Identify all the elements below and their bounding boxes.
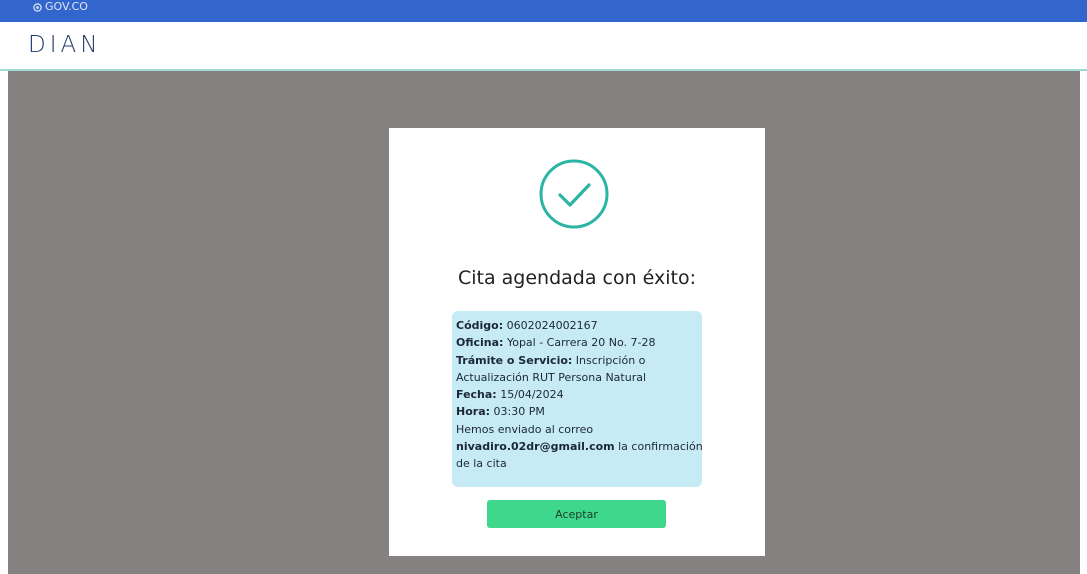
oficina-value: Yopal - Carrera 20 No. 7-28	[503, 336, 656, 350]
detail-fecha: Fecha: 15/04/2024	[456, 386, 697, 403]
site-header: DIAN	[0, 22, 1087, 71]
dian-logo[interactable]: DIAN	[28, 32, 101, 58]
page: GOV.CO DIAN Cita agendada con éxito: Cód…	[0, 0, 1087, 574]
gov-shield-icon	[33, 2, 42, 12]
appointment-details: Código: 0602024002167 Oficina: Yopal - C…	[452, 311, 703, 487]
gov-co-label: GOV.CO	[45, 0, 88, 13]
hora-value: 03:30 PM	[490, 405, 545, 419]
dialog-title: Cita agendada con éxito:	[457, 267, 697, 289]
fecha-label: Fecha:	[456, 388, 497, 402]
oficina-label: Oficina:	[456, 336, 504, 350]
check-circle-icon	[539, 159, 609, 229]
detail-codigo: Código: 0602024002167	[456, 317, 697, 334]
codigo-label: Código:	[456, 319, 504, 332]
detail-oficina: Oficina: Yopal - Carrera 20 No. 7-28	[456, 334, 697, 351]
codigo-value: 0602024002167	[503, 319, 598, 332]
hora-label: Hora:	[456, 405, 491, 419]
confirmation-email: nivadiro.02dr@gmail.com	[456, 440, 615, 454]
confirmation-message: Hemos enviado al correo	[456, 422, 594, 436]
fecha-value: 15/04/2024	[496, 388, 564, 402]
confirmation-message-3: de la cita	[456, 457, 507, 471]
gov-bar: GOV.CO	[0, 0, 1087, 22]
detail-tramite: Trámite o Servicio: Inscripción o	[456, 352, 697, 369]
detail-hora: Hora: 03:30 PM	[456, 403, 697, 420]
success-dialog: Cita agendada con éxito: Código: 0602024…	[389, 128, 765, 556]
page-edge	[1080, 71, 1087, 574]
accept-button[interactable]: Aceptar	[487, 500, 666, 528]
tramite-value: Inscripción o	[572, 353, 646, 367]
detail-tramite-cont: Actualización RUT Persona Natural	[456, 370, 647, 384]
confirmation-email-line: nivadiro.02dr@gmail.com la confirmación	[456, 438, 703, 455]
gov-co-link[interactable]: GOV.CO	[33, 1, 88, 13]
confirmation-message-2: la confirmación	[614, 440, 703, 454]
tramite-label: Trámite o Servicio:	[456, 353, 573, 367]
